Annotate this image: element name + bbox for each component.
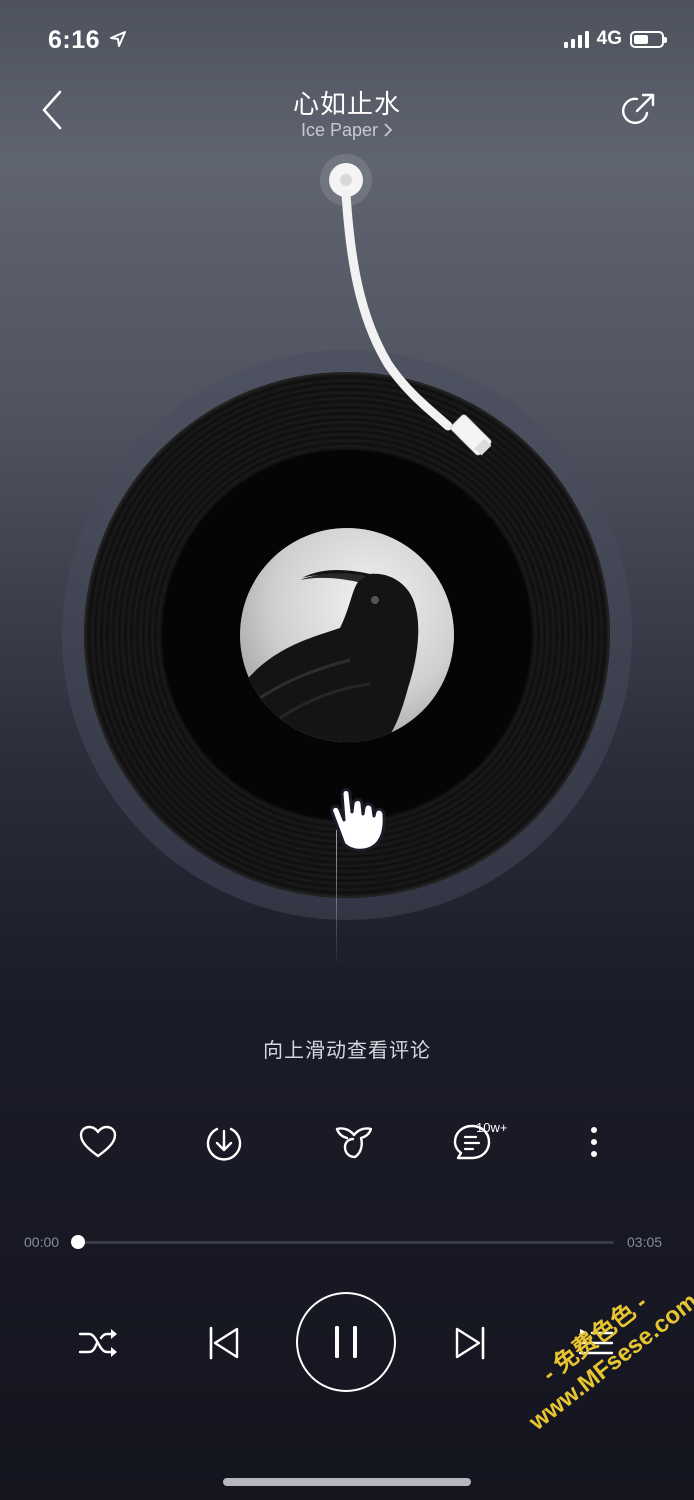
next-icon xyxy=(455,1326,485,1360)
pause-button[interactable] xyxy=(296,1292,396,1392)
album-cover xyxy=(240,528,454,742)
status-time-text: 6:16 xyxy=(48,26,101,54)
watermark: - 免费色色 - www.MFsese.com xyxy=(505,1263,694,1437)
more-vertical-icon xyxy=(591,1127,597,1157)
swipe-hint: 向上滑动查看评论 xyxy=(263,1040,431,1062)
battery-fill xyxy=(634,34,648,44)
progress-knob[interactable] xyxy=(71,1235,85,1249)
heart-icon xyxy=(79,1125,117,1158)
share-button[interactable] xyxy=(614,88,660,134)
status-right: 4G xyxy=(563,28,667,50)
current-time: 00:00 xyxy=(24,1234,60,1250)
sound-effect-button[interactable] xyxy=(330,1120,378,1164)
previous-button[interactable] xyxy=(200,1320,246,1366)
more-button[interactable] xyxy=(576,1120,612,1164)
download-icon xyxy=(206,1127,242,1161)
sound-effect-icon xyxy=(335,1127,373,1159)
battery-icon xyxy=(630,30,667,48)
comment-count-badge: 10w+ xyxy=(476,1120,508,1135)
download-button[interactable] xyxy=(202,1120,246,1164)
chevron-right-icon xyxy=(384,123,393,137)
progress-track[interactable] xyxy=(78,1241,614,1244)
album-art-raven xyxy=(240,528,454,742)
artist-link[interactable]: Ice Paper xyxy=(0,120,694,141)
total-time: 03:05 xyxy=(627,1234,663,1250)
hand-pointer-icon xyxy=(330,788,386,852)
shuffle-icon xyxy=(78,1329,117,1357)
artist-name: Ice Paper xyxy=(300,120,379,140)
share-icon xyxy=(622,93,655,125)
song-title: 心如止水 xyxy=(292,89,401,119)
tonearm[interactable] xyxy=(318,154,508,474)
pause-icon xyxy=(335,1326,357,1358)
shuffle-button[interactable] xyxy=(74,1320,124,1366)
network-type: 4G xyxy=(596,28,622,49)
status-time: 6:16 xyxy=(48,26,126,55)
location-arrow-icon xyxy=(109,31,126,47)
like-button[interactable] xyxy=(76,1120,120,1164)
signal-icon xyxy=(563,30,589,48)
home-indicator[interactable] xyxy=(223,1478,471,1486)
previous-icon xyxy=(209,1326,239,1360)
next-button[interactable] xyxy=(448,1320,494,1366)
